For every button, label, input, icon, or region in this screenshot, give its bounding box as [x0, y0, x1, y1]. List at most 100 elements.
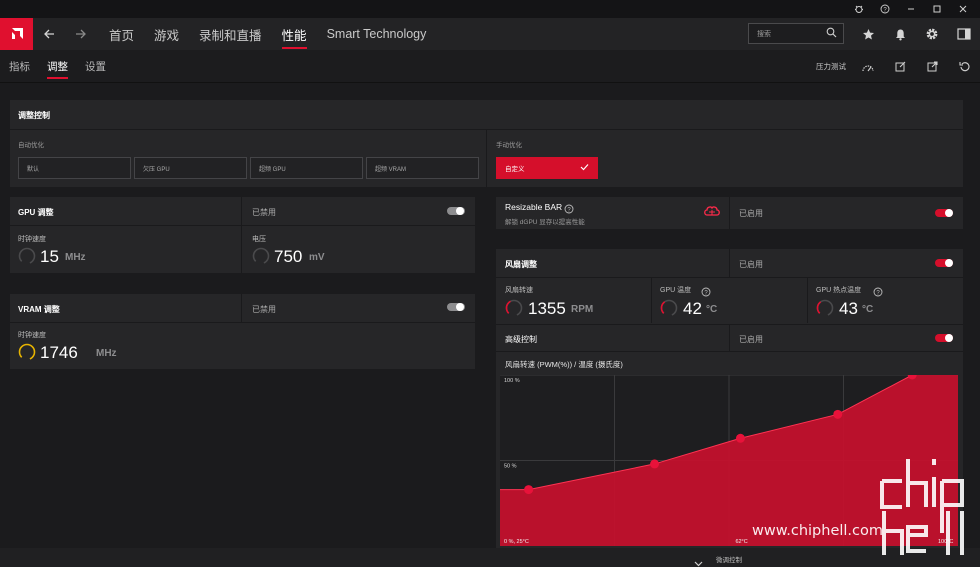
maximize-icon[interactable]: [924, 0, 950, 18]
vram-clock-label: 时钟速度: [18, 332, 46, 339]
tab-tuning[interactable]: 调整: [47, 50, 68, 83]
gpu-clock-label: 时钟速度: [18, 236, 46, 243]
fan-tuning-title: 风扇调整: [505, 260, 537, 269]
vram-clock-unit: MHz: [96, 348, 117, 359]
watermark-url: www.chiphell.com: [752, 523, 883, 539]
bell-icon[interactable]: [884, 28, 916, 41]
fan-curve-title: 风扇转速 (PWM(%)) / 温度 (摄氏度): [505, 360, 623, 369]
vram-tuning-state: 已禁用: [252, 305, 276, 314]
search-icon: [826, 27, 837, 40]
fan-curve-point[interactable]: [833, 409, 843, 419]
edit-icon[interactable]: [884, 61, 916, 72]
gpu-hotspot-value: 43: [839, 299, 858, 318]
resizable-bar-state: 已启用: [739, 209, 763, 218]
nav-record-stream[interactable]: 录制和直播: [199, 18, 262, 50]
gpu-temp-gauge: [660, 299, 678, 317]
minimize-icon[interactable]: [898, 0, 924, 18]
gpu-hotspot-label: GPU 热点温度: [816, 287, 862, 294]
window-titlebar: ?: [0, 0, 980, 18]
voltage-gauge: [252, 247, 270, 265]
fan-speed-unit: RPM: [571, 304, 594, 315]
voltage-value: 750: [274, 247, 303, 266]
resizable-bar-title: Resizable BAR: [505, 202, 563, 212]
tuning-control-panel: 调整控制 自动优化 默认 欠压 GPU 超频 GPU 超频 VRAM 手动优化 …: [10, 100, 963, 187]
vram-tuning-panel: VRAM 调整 已禁用 时钟速度 1746 MHz: [10, 294, 475, 369]
manual-optimize-label: 手动优化: [496, 142, 522, 149]
gpu-tuning-panel: GPU 调整 已禁用 时钟速度 15 MHz 电压 750 mV: [10, 197, 475, 273]
fan-speed-label: 风扇转速: [505, 287, 533, 294]
gpu-clock-unit: MHz: [65, 252, 86, 263]
reset-icon[interactable]: [948, 61, 980, 72]
check-icon: [580, 163, 589, 173]
tab-metrics[interactable]: 指标: [9, 50, 30, 83]
amd-logo[interactable]: [0, 18, 33, 50]
fine-tune-label[interactable]: 微调控制: [716, 554, 742, 564]
gpu-tuning-state: 已禁用: [252, 208, 276, 217]
x-tick-label: 0 %, 25°C: [504, 539, 529, 545]
custom-button[interactable]: 自定义: [496, 157, 598, 179]
chevron-down-icon[interactable]: [694, 554, 703, 567]
nav-home[interactable]: 首页: [109, 18, 134, 50]
main-nav: 首页 游戏 录制和直播 性能 Smart Technology 搜索: [0, 18, 980, 50]
nav-performance[interactable]: 性能: [281, 18, 307, 50]
voltage-label: 电压: [252, 236, 266, 243]
close-icon[interactable]: [950, 0, 976, 18]
stress-test-label[interactable]: 压力测试: [816, 61, 846, 72]
back-arrow-icon[interactable]: [33, 18, 65, 50]
custom-button-label: 自定义: [505, 166, 525, 173]
advanced-control-state: 已启用: [739, 335, 763, 344]
search-placeholder: 搜索: [757, 30, 771, 38]
brain-icon: [704, 206, 720, 224]
fan-speed-value: 1355: [528, 299, 566, 318]
option-overclock-vram[interactable]: 超频 VRAM: [366, 157, 479, 179]
forward-arrow-icon[interactable]: [65, 18, 97, 50]
gpu-tuning-toggle[interactable]: [447, 207, 465, 215]
tab-settings[interactable]: 设置: [85, 50, 106, 83]
y-tick-label: 100 %: [504, 378, 520, 384]
vram-clock-gauge: [18, 343, 36, 361]
resizable-bar-desc: 解锁 dGPU 显存以提高性能: [505, 219, 585, 226]
fan-speed-gauge: [505, 299, 523, 317]
gpu-tuning-title: GPU 调整: [18, 208, 54, 217]
nav-smart-technology[interactable]: Smart Technology: [327, 18, 427, 50]
export-icon[interactable]: [916, 61, 948, 72]
tuning-control-title: 调整控制: [18, 111, 50, 120]
search-input[interactable]: 搜索: [748, 23, 844, 44]
x-tick-label: 62°C: [735, 539, 747, 545]
sub-nav: 指标 调整 设置 压力测试: [0, 50, 980, 83]
vram-tuning-title: VRAM 调整: [18, 305, 60, 314]
bug-icon[interactable]: [846, 0, 872, 18]
speedometer-icon[interactable]: [852, 62, 884, 72]
vram-clock-value: 1746: [40, 343, 78, 362]
footer-bar: 微调控制: [0, 548, 980, 567]
y-tick-label: 50 %: [504, 464, 517, 470]
voltage-unit: mV: [309, 252, 325, 263]
vram-tuning-toggle[interactable]: [447, 303, 465, 311]
advanced-control-toggle[interactable]: [935, 334, 953, 342]
nav-games[interactable]: 游戏: [154, 18, 179, 50]
auto-optimize-label: 自动优化: [18, 142, 44, 149]
fan-curve-point[interactable]: [524, 485, 534, 495]
gpu-clock-gauge: [18, 247, 36, 265]
gpu-hotspot-unit: °C: [862, 304, 874, 315]
gpu-temp-info-icon[interactable]: ?: [701, 284, 711, 302]
watermark-logo: [878, 447, 973, 557]
fan-curve-point[interactable]: [650, 459, 660, 469]
fan-tuning-state: 已启用: [739, 260, 763, 269]
option-default[interactable]: 默认: [18, 157, 131, 179]
help-icon[interactable]: ?: [872, 0, 898, 18]
sidebar-panel-icon[interactable]: [948, 28, 980, 40]
gpu-temp-value: 42: [683, 299, 702, 318]
fan-tuning-toggle[interactable]: [935, 259, 953, 267]
option-undervolt-gpu[interactable]: 欠压 GPU: [134, 157, 247, 179]
fan-curve-point[interactable]: [735, 433, 745, 443]
resizable-bar-panel: Resizable BAR ? 解锁 dGPU 显存以提高性能 已启用: [496, 197, 963, 229]
resizable-bar-toggle[interactable]: [935, 209, 953, 217]
gear-icon[interactable]: [916, 27, 948, 41]
gpu-hotspot-info-icon[interactable]: ?: [873, 284, 883, 302]
gpu-temp-label: GPU 温度: [660, 287, 692, 294]
star-icon[interactable]: [852, 28, 884, 41]
option-overclock-gpu[interactable]: 超频 GPU: [250, 157, 363, 179]
gpu-hotspot-gauge: [816, 299, 834, 317]
gpu-temp-unit: °C: [706, 304, 718, 315]
